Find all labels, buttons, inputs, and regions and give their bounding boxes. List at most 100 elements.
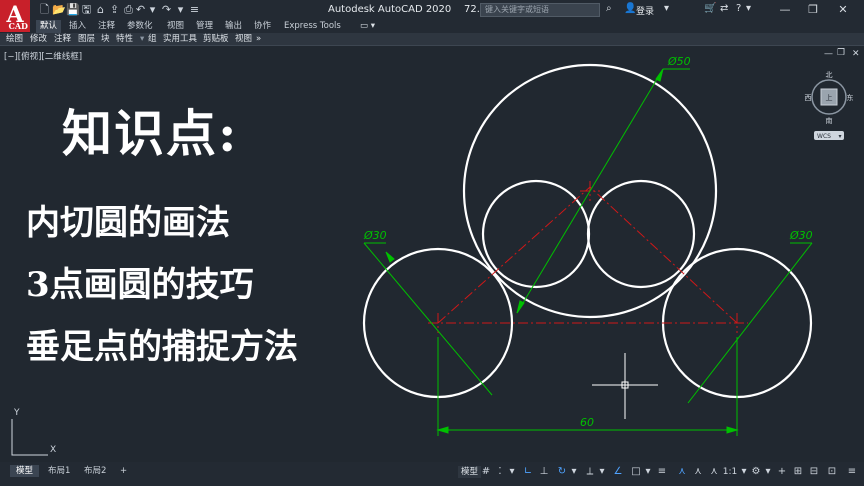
cart-icon[interactable]: 🛒 xyxy=(704,3,716,14)
maximize-icon[interactable]: ❐ xyxy=(804,2,822,18)
open-web-icon[interactable]: ⌂ xyxy=(94,3,107,16)
model-space-button[interactable]: 模型 xyxy=(458,466,482,478)
redo-icon[interactable]: ↷ xyxy=(160,3,173,16)
user-icon[interactable]: 👤 xyxy=(624,3,636,14)
tab-view[interactable]: 视图 xyxy=(163,20,188,33)
annotation-scale-icon[interactable]: ⋏ xyxy=(708,466,720,478)
window-title: Autodesk AutoCAD 2020 72.dwg xyxy=(328,4,501,15)
inscribed-circle-left[interactable] xyxy=(481,179,591,289)
compass-east: 东 xyxy=(847,93,854,102)
dim-label-left: Ø30 xyxy=(363,229,387,242)
cad-drawing: Ø50 Ø30 Ø30 60 Y X xyxy=(11,55,813,456)
svg-text:上: 上 xyxy=(826,93,833,102)
customize-toolbar-icon[interactable]: ≡ xyxy=(188,3,201,16)
tab-add-layout[interactable]: + xyxy=(114,465,133,477)
crosshair-cursor xyxy=(592,353,658,419)
panel-utilities[interactable]: 实用工具 xyxy=(163,33,197,46)
isodraft-icon[interactable]: ⟂ xyxy=(584,466,596,478)
tab-parametric[interactable]: 参数化 xyxy=(123,20,157,33)
tab-insert[interactable]: 插入 xyxy=(65,20,90,33)
save-icon[interactable]: 💾 xyxy=(66,3,80,16)
ucs-icon xyxy=(11,419,48,456)
object-snap-tracking-icon[interactable]: ∠ xyxy=(612,466,624,478)
compass-north: 北 xyxy=(826,71,833,79)
isodraft-dropdown-icon[interactable]: ▾ xyxy=(596,466,608,478)
ortho-icon[interactable]: ∟ xyxy=(522,466,534,478)
new-file-icon[interactable]: 🗋 xyxy=(38,3,51,16)
open-file-icon[interactable]: 📂 xyxy=(52,3,66,16)
close-icon[interactable]: ✕ xyxy=(834,2,852,18)
help-icon[interactable]: ? xyxy=(736,3,741,14)
search-input[interactable]: 键入关键字或短语 xyxy=(480,3,600,17)
customization-icon[interactable]: ≡ xyxy=(846,466,858,478)
dim-label-top: Ø50 xyxy=(667,55,691,68)
tab-model[interactable]: 模型 xyxy=(10,465,40,477)
svg-text:▾: ▾ xyxy=(838,133,841,140)
ucs-y-label: Y xyxy=(13,408,20,418)
polar-tracking-icon[interactable]: ↻ xyxy=(556,466,568,478)
autocad-window: A CAD 🗋 📂 💾 🖫 ⌂ ⇪ ⎙ ↶ ▾ ↷ ▾ ≡ Autodesk Au… xyxy=(0,0,864,486)
svg-text:WCS: WCS xyxy=(817,133,831,140)
panel-view[interactable]: 视图 xyxy=(235,33,252,46)
drawing-viewport[interactable]: [−][俯视][二维线框] — ❐ ✕ 知识点: 内切圆的画法 3点画圆的技巧 … xyxy=(0,47,864,462)
save-web-icon[interactable]: ⇪ xyxy=(108,3,121,16)
quick-properties-icon[interactable]: ⊟ xyxy=(808,466,820,478)
panel-properties[interactable]: 特性 xyxy=(116,33,133,46)
tab-layout2[interactable]: 布局2 xyxy=(78,465,112,477)
lineweight-icon[interactable]: ≡ xyxy=(656,466,668,478)
panel-block[interactable]: 块 xyxy=(101,33,110,46)
tab-annotate[interactable]: 注释 xyxy=(94,20,119,33)
tab-collaborate[interactable]: 协作 xyxy=(250,20,275,33)
panel-draw[interactable]: 绘图 xyxy=(6,33,23,46)
panel-annotation[interactable]: 注释 xyxy=(54,33,71,46)
tab-express-tools[interactable]: Express Tools xyxy=(280,20,345,33)
minimize-icon[interactable]: — xyxy=(776,2,794,18)
snap-dropdown-icon[interactable]: ▾ xyxy=(506,466,518,478)
object-snap-dropdown-icon[interactable]: ▾ xyxy=(642,466,654,478)
panel-modify[interactable]: 修改 xyxy=(30,33,47,46)
tab-manage[interactable]: 管理 xyxy=(192,20,217,33)
application-menu-button[interactable]: A CAD xyxy=(0,0,30,32)
panel-clipboard[interactable]: 剪贴板 xyxy=(203,33,229,46)
help-dropdown-icon[interactable]: ▾ xyxy=(746,3,751,14)
undo-dropdown-icon[interactable]: ▾ xyxy=(146,3,159,16)
sign-in-link[interactable]: 登录 xyxy=(636,4,654,17)
object-snap-icon[interactable]: □ xyxy=(630,466,642,478)
viewcube[interactable]: 上 北 南 东 西 WCS ▾ xyxy=(804,69,854,169)
tab-home[interactable]: 默认 xyxy=(36,20,62,33)
compass-west: 西 xyxy=(805,94,812,102)
annotation-monitor-icon[interactable]: + xyxy=(776,466,788,478)
panel-more-icon[interactable]: » xyxy=(256,33,261,46)
center-lines xyxy=(428,181,748,333)
units-icon[interactable]: ⊞ xyxy=(792,466,804,478)
scale-dropdown-icon[interactable]: ▾ xyxy=(738,466,750,478)
workspace-gear-icon[interactable]: ⚙ xyxy=(750,466,762,478)
grid-icon[interactable]: # xyxy=(480,466,492,478)
tab-layout1[interactable]: 布局1 xyxy=(42,465,76,477)
ribbon-panel-bar: 绘图 修改 注释 图层 块 特性 ▾ 组 实用工具 剪贴板 视图 » xyxy=(0,33,864,46)
annotation-scale-value[interactable]: 1:1 xyxy=(722,466,738,478)
annotation-visibility-icon[interactable]: ⋏ xyxy=(676,466,688,478)
dynamic-input-icon[interactable]: ⊥ xyxy=(538,466,550,478)
title-bar: A CAD 🗋 📂 💾 🖫 ⌂ ⇪ ⎙ ↶ ▾ ↷ ▾ ≡ Autodesk Au… xyxy=(0,0,864,32)
ribbon-toggle-icon[interactable]: ▭ ▾ xyxy=(356,20,379,33)
ucs-x-label: X xyxy=(50,445,56,455)
panel-groups[interactable]: 组 xyxy=(148,33,157,46)
tab-output[interactable]: 输出 xyxy=(221,20,246,33)
panel-layers[interactable]: 图层 xyxy=(78,33,95,46)
snap-icon[interactable]: ⁚ xyxy=(494,466,506,478)
redo-dropdown-icon[interactable]: ▾ xyxy=(174,3,187,16)
dim-label-right: Ø30 xyxy=(789,229,813,242)
clean-screen-icon[interactable]: ⊡ xyxy=(826,466,838,478)
login-dropdown-icon[interactable]: ▾ xyxy=(664,3,669,14)
layout-status-bar: 模型 布局1 布局2 + 模型 # ⁚ ▾ ∟ ⊥ ↻ ▾ ⟂ ▾ ∠ □ ▾ … xyxy=(0,462,864,486)
search-icon[interactable]: ⌕ xyxy=(606,3,612,14)
auto-scale-icon[interactable]: ⋏ xyxy=(692,466,704,478)
panel-separator-icon: ▾ xyxy=(140,34,145,44)
workspace-dropdown-icon[interactable]: ▾ xyxy=(762,466,774,478)
save-as-icon[interactable]: 🖫 xyxy=(80,3,93,16)
dimensions xyxy=(363,68,813,436)
dim-label-base: 60 xyxy=(580,416,594,429)
exchange-icon[interactable]: ⇄ xyxy=(720,3,728,14)
polar-dropdown-icon[interactable]: ▾ xyxy=(568,466,580,478)
